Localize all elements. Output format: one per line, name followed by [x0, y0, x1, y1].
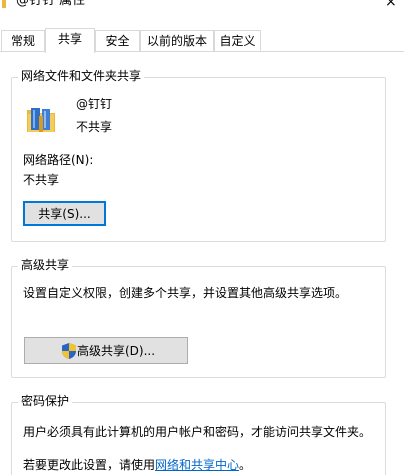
uac-shield-icon: [62, 343, 76, 359]
folder-share-status: 不共享: [76, 120, 113, 134]
tab-strip: 常规 共享 安全 以前的版本 自定义: [0, 28, 404, 53]
folder-name: @钉钉: [76, 97, 113, 111]
sharing-group-title: 网络文件和文件夹共享: [18, 69, 145, 83]
advanced-sharing-button-label: 高级共享(D)...: [76, 344, 156, 358]
network-path-label: 网络路径(N):: [23, 153, 94, 167]
advanced-sharing-description: 设置自定义权限，创建多个共享，并设置其他高级共享选项。: [23, 286, 348, 300]
title-bar: @钉钉 属性 ×: [0, 0, 404, 27]
password-protection-group-title: 密码保护: [18, 394, 73, 408]
password-change-prefix: 若要更改此设置，请使用: [23, 458, 156, 472]
advanced-sharing-group-title: 高级共享: [18, 258, 73, 272]
password-change-line: 若要更改此设置，请使用网络和共享中心。: [23, 457, 251, 473]
password-change-suffix: 。: [239, 458, 252, 472]
tab-customize[interactable]: 自定义: [214, 30, 261, 51]
window-title: @钉钉 属性: [16, 0, 86, 8]
folder-icon: [2, 0, 6, 8]
password-protection-description: 用户必须具有此计算机的用户帐户和密码，才能访问共享文件夹。: [23, 425, 372, 439]
advanced-sharing-button[interactable]: 高级共享(D)...: [24, 337, 188, 364]
tab-sharing[interactable]: 共享: [45, 28, 95, 53]
share-button[interactable]: 共享(S)...: [23, 201, 106, 226]
close-button[interactable]: ×: [385, 0, 397, 9]
folder-zipper-icon: [27, 108, 55, 132]
network-path-value: 不共享: [23, 173, 60, 187]
tab-previous-versions[interactable]: 以前的版本: [140, 30, 214, 51]
network-sharing-center-link[interactable]: 网络和共享中心: [155, 458, 239, 472]
tab-general[interactable]: 常规: [1, 30, 45, 51]
tab-security[interactable]: 安全: [95, 30, 140, 51]
